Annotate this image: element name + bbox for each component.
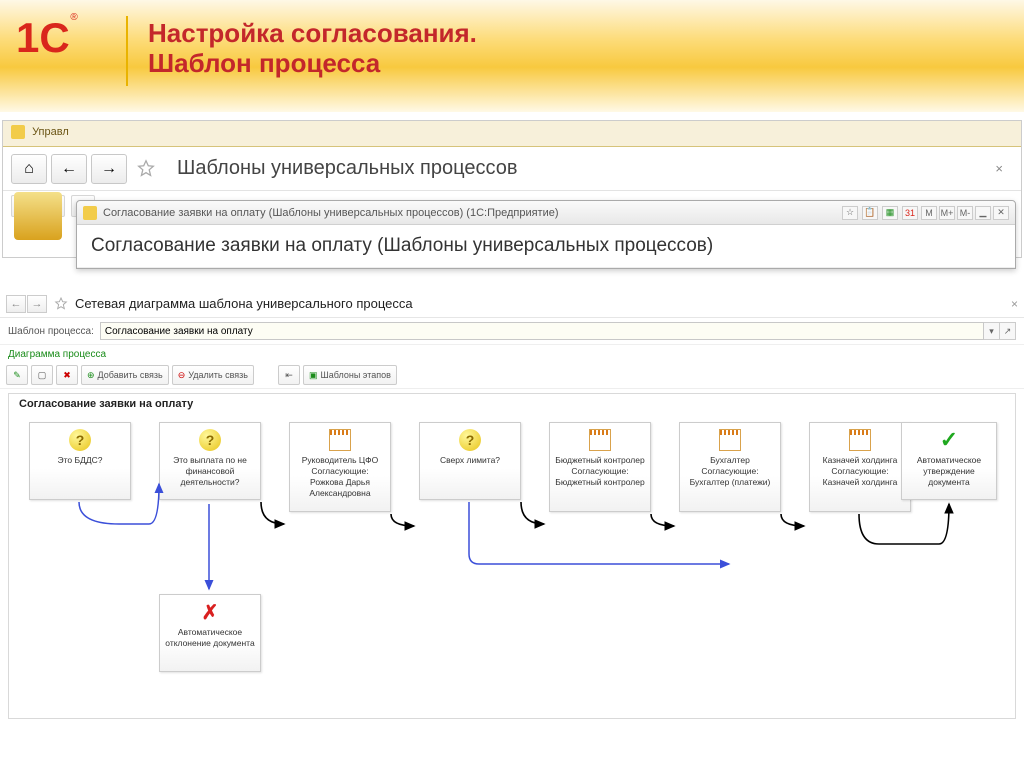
- remove-link-button[interactable]: ⊖Удалить связь: [172, 365, 254, 385]
- modal-titlebar: Согласование заявки на оплату (Шаблоны у…: [77, 201, 1015, 225]
- page-title: Шаблоны универсальных процессов: [177, 157, 517, 180]
- close-icon[interactable]: ×: [995, 161, 1003, 176]
- edit-icon[interactable]: ✎: [6, 365, 28, 385]
- viewer-close-icon[interactable]: ×: [1011, 297, 1018, 311]
- window-controls: ☆ 📋 ▦ 31 M M+ M- ▁ ✕: [841, 206, 1009, 220]
- link-remove-icon: ⊖: [178, 370, 186, 381]
- tool-cal-icon[interactable]: 31: [902, 206, 918, 220]
- diagram-viewer: ← → Сетевая диаграмма шаблона универсаль…: [0, 290, 1024, 767]
- field-dropdown-icon[interactable]: ▾: [984, 322, 1000, 340]
- viewer-back-button[interactable]: ←: [6, 295, 26, 313]
- check-icon: [938, 429, 960, 451]
- question-icon: [69, 429, 91, 451]
- template-modal: Согласование заявки на оплату (Шаблоны у…: [76, 200, 1016, 269]
- viewer-title: Сетевая диаграмма шаблона универсального…: [75, 296, 413, 311]
- link-add-icon: ⊕: [87, 370, 95, 381]
- field-open-icon[interactable]: ↗: [1000, 322, 1016, 340]
- stage-icon: ▣: [309, 370, 318, 381]
- star-icon[interactable]: [135, 158, 157, 180]
- slide-header: 1C® Настройка согласования. Шаблон проце…: [0, 0, 1024, 112]
- node-budget[interactable]: Бюджетный контролер Согласующие: Бюджетн…: [549, 422, 651, 512]
- header-divider: [126, 16, 128, 86]
- minimize-icon[interactable]: ▁: [975, 206, 991, 220]
- home-button[interactable]: ⌂: [11, 154, 47, 184]
- stage-templates-button[interactable]: ▣Шаблоны этапов: [303, 365, 397, 385]
- m-button[interactable]: M: [921, 206, 937, 220]
- app-tab[interactable]: Управл: [3, 121, 1021, 147]
- canvas-title: Согласование заявки на оплату: [19, 398, 193, 410]
- m-minus-button[interactable]: M-: [957, 206, 973, 220]
- diagram-canvas[interactable]: Согласование заявки на оплату Это БДДС? …: [8, 393, 1016, 719]
- node-overlimit[interactable]: Сверх лимита?: [419, 422, 521, 500]
- notepad-icon: [589, 429, 611, 451]
- question-icon: [199, 429, 221, 451]
- viewer-forward-button[interactable]: →: [27, 295, 47, 313]
- add-link-button[interactable]: ⊕Добавить связь: [81, 365, 169, 385]
- nav-row: ⌂ ← → Шаблоны универсальных процессов ×: [3, 147, 1021, 191]
- modal-1c-icon: [83, 206, 97, 220]
- back-icon: ←: [61, 160, 77, 178]
- viewer-nav: ← → Сетевая диаграмма шаблона универсаль…: [0, 290, 1024, 318]
- app-icon: [11, 125, 25, 139]
- slide-title: Настройка согласования. Шаблон процесса: [148, 18, 477, 78]
- back-button[interactable]: ←: [51, 154, 87, 184]
- title-line-1: Настройка согласования.: [148, 18, 477, 48]
- tool-calc-icon[interactable]: ▦: [882, 206, 898, 220]
- notepad-icon: [849, 429, 871, 451]
- modal-heading: Согласование заявки на оплату (Шаблоны у…: [77, 225, 1015, 268]
- diagram-toolbar: ✎ ▢ ✖ ⊕Добавить связь ⊖Удалить связь ⇤ ▣…: [0, 362, 1024, 389]
- tab-label: Управл: [32, 126, 69, 138]
- node-bdds[interactable]: Это БДДС?: [29, 422, 131, 500]
- diagram-section-label: Диаграмма процесса: [0, 345, 1024, 362]
- x-icon: [199, 601, 221, 623]
- viewer-nav-arrows: ← →: [6, 295, 47, 313]
- m-plus-button[interactable]: M+: [939, 206, 955, 220]
- tool-fav-icon[interactable]: ☆: [842, 206, 858, 220]
- forward-button[interactable]: →: [91, 154, 127, 184]
- delete-node-icon[interactable]: ✖: [56, 365, 78, 385]
- node-reject[interactable]: Автоматическое отклонение документа: [159, 594, 261, 672]
- node-accountant[interactable]: Бухгалтер Согласующие: Бухгалтер (платеж…: [679, 422, 781, 512]
- node-cfo[interactable]: Руководитель ЦФО Согласующие: Рожкова Да…: [289, 422, 391, 512]
- node-nonfin[interactable]: Это выплата по не финансовой деятельност…: [159, 422, 261, 500]
- gift-icon[interactable]: [14, 192, 62, 240]
- close-window-icon[interactable]: ✕: [993, 206, 1009, 220]
- logo-1c: 1C®: [16, 14, 86, 72]
- star-icon[interactable]: [53, 296, 69, 312]
- first-icon[interactable]: ⇤: [278, 365, 300, 385]
- new-node-icon[interactable]: ▢: [31, 365, 53, 385]
- notepad-icon: [719, 429, 741, 451]
- node-treasurer[interactable]: Казначей холдинга Согласующие: Казначей …: [809, 422, 911, 512]
- template-field-row: Шаблон процесса: ▾ ↗: [0, 318, 1024, 345]
- title-line-2: Шаблон процесса: [148, 48, 477, 78]
- modal-title-text: Согласование заявки на оплату (Шаблоны у…: [103, 207, 559, 219]
- tool-copy-icon[interactable]: 📋: [862, 206, 878, 220]
- question-icon: [459, 429, 481, 451]
- left-sidebar-fragment: [4, 184, 74, 294]
- template-field-input[interactable]: [100, 322, 984, 340]
- node-approve[interactable]: Автоматическое утверждение документа: [901, 422, 997, 500]
- forward-icon: →: [101, 160, 117, 178]
- home-icon: ⌂: [24, 160, 34, 178]
- notepad-icon: [329, 429, 351, 451]
- template-field-label: Шаблон процесса:: [8, 326, 94, 337]
